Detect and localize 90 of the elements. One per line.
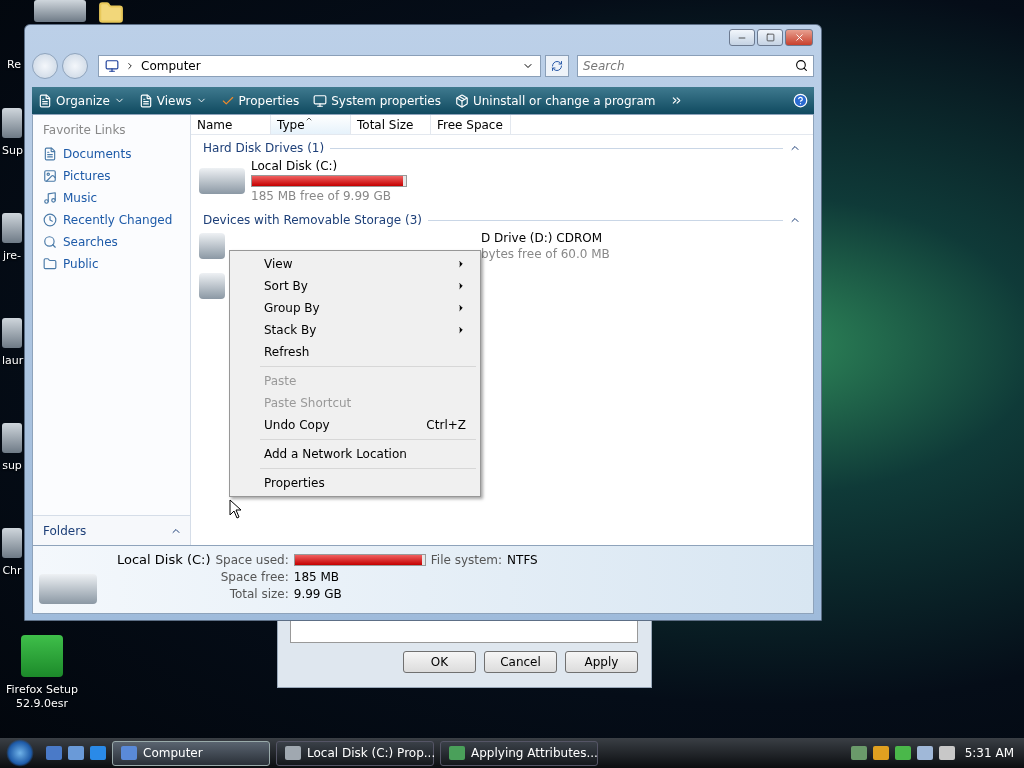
maximize-button[interactable] — [757, 29, 783, 46]
sidebar-link[interactable]: Public — [43, 253, 190, 275]
drive-detail: bytes free of 60.0 MB — [481, 247, 610, 261]
help-icon[interactable] — [793, 93, 808, 108]
forward-button[interactable] — [62, 53, 88, 79]
library-icon — [43, 191, 57, 205]
column-header[interactable]: Type — [271, 115, 351, 134]
menu-item[interactable]: Group By — [232, 297, 478, 319]
installer-box-icon[interactable] — [21, 635, 63, 677]
desktop-icon-label: Re — [6, 58, 22, 73]
group-header[interactable]: Hard Disk Drives (1) — [203, 141, 325, 155]
sidebar-link[interactable]: Pictures — [43, 165, 190, 187]
menu-item[interactable]: Stack By — [232, 319, 478, 341]
library-icon — [43, 169, 57, 183]
field-value: 185 MB — [293, 570, 341, 584]
field-value: 9.99 GB — [293, 587, 343, 601]
organize-icon — [38, 93, 52, 108]
removable-drive-icon[interactable] — [199, 273, 225, 299]
address-bar[interactable]: Computer — [98, 55, 541, 77]
minimize-button[interactable] — [729, 29, 755, 46]
field-label: Space used: — [215, 552, 289, 567]
field-label: Space free: — [219, 570, 289, 584]
close-button[interactable] — [785, 29, 813, 46]
sort-icon — [305, 115, 313, 123]
dialog-button[interactable]: Cancel — [484, 651, 557, 673]
drive-name[interactable]: Local Disk (C:) — [251, 159, 407, 173]
field-label: File system: — [430, 552, 503, 567]
monitor-icon — [313, 93, 328, 108]
menu-item[interactable]: Undo Copy Ctrl+Z — [232, 414, 478, 436]
pointer-icon — [229, 499, 242, 519]
library-icon — [43, 213, 57, 227]
desktop-icon-label: Firefox Setup 52.9.0esr — [5, 683, 79, 712]
refresh-button[interactable] — [545, 55, 569, 77]
hard-drive-icon[interactable] — [199, 168, 245, 194]
desktop-icon-label: laur — [2, 354, 22, 369]
desktop-icon-label: Sup — [2, 144, 22, 159]
menu-item[interactable]: Sort By — [232, 275, 478, 297]
sidebar-heading: Favorite Links — [43, 123, 127, 137]
computer-icon — [105, 59, 119, 73]
field-value: NTFS — [507, 552, 538, 567]
taskbar-button[interactable]: Applying Attributes... — [440, 740, 598, 766]
chevron-icon — [125, 61, 135, 71]
clock[interactable]: 5:31 AM — [964, 746, 1014, 760]
toolbar-button[interactable]: Organize — [38, 93, 125, 108]
desktop-shortcut-icon[interactable] — [2, 423, 22, 453]
field-label: Total size: — [228, 587, 289, 601]
toolbar-button[interactable]: System properties — [313, 93, 441, 108]
hard-drive-icon — [39, 574, 97, 604]
library-icon — [43, 235, 57, 249]
refresh-icon — [551, 60, 563, 72]
removable-drive-icon[interactable] — [199, 233, 225, 259]
desktop-icon-label: sup — [2, 459, 22, 474]
drive-detail: 185 MB free of 9.99 GB — [251, 189, 393, 203]
menu-item[interactable]: Properties — [232, 472, 478, 494]
menu-item[interactable]: Add a Network Location — [232, 443, 478, 465]
menu-item[interactable]: View — [232, 253, 478, 275]
folders-button[interactable]: Folders — [33, 515, 190, 545]
sidebar-link[interactable]: Searches — [43, 231, 190, 253]
dialog-button[interactable]: OK — [403, 651, 476, 673]
text-area[interactable] — [290, 621, 638, 643]
library-icon — [43, 257, 57, 271]
search-icon[interactable] — [795, 59, 808, 72]
drive-name: Local Disk (C:) — [117, 552, 211, 567]
dialog-button[interactable]: Apply — [565, 651, 638, 673]
desktop-shortcut-icon[interactable] — [2, 528, 22, 558]
close-icon — [793, 32, 805, 43]
toolbar-button[interactable]: Views — [138, 93, 207, 108]
desktop-icon-label: Chr — [2, 564, 22, 579]
sidebar-link[interactable]: Recently Changed — [43, 209, 190, 231]
desktop-shortcut-icon[interactable] — [2, 213, 22, 243]
package-icon — [454, 93, 469, 108]
taskbar-button[interactable]: Computer — [112, 740, 270, 766]
taskbar-button[interactable]: Local Disk (C:) Prop... — [276, 740, 434, 766]
back-button[interactable] — [32, 53, 58, 79]
sidebar-link[interactable]: Documents — [43, 143, 190, 165]
toolbar-button[interactable]: Properties — [220, 93, 300, 108]
search-field[interactable]: Search — [577, 55, 814, 77]
toolbar-button[interactable]: Uninstall or change a program — [454, 93, 656, 108]
organize-icon — [138, 93, 153, 108]
desktop-shortcut-icon[interactable] — [34, 0, 86, 22]
sidebar-link[interactable]: Music — [43, 187, 190, 209]
library-icon — [43, 147, 57, 161]
menu-item[interactable]: Refresh — [232, 341, 478, 363]
folder-icon[interactable] — [98, 0, 124, 26]
desktop-shortcut-icon[interactable] — [2, 108, 22, 138]
drive-name[interactable]: D Drive (D:) CDROM — [481, 231, 610, 245]
maximize-icon — [765, 33, 775, 42]
group-header[interactable]: Devices with Removable Storage (3) — [203, 213, 422, 227]
desktop-shortcut-icon[interactable] — [2, 318, 22, 348]
desktop-icon-label: jre- — [2, 249, 22, 264]
